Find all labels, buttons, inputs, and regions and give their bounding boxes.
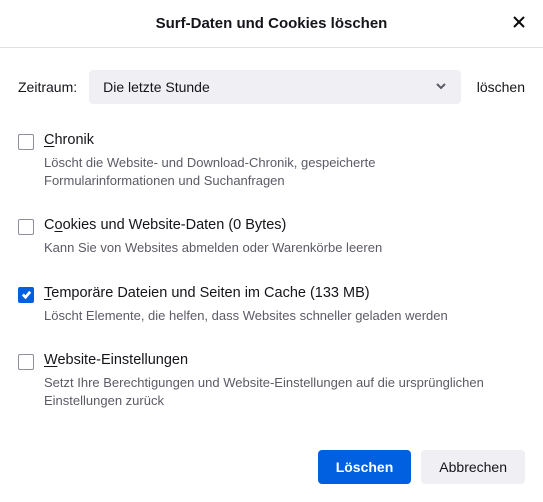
clear-button[interactable]: Löschen [318,450,412,484]
option-desc-history: Löscht die Website- und Download-Chronik… [44,154,504,189]
option-title-cache[interactable]: Temporäre Dateien und Seiten im Cache (1… [44,285,448,301]
timerange-label: Zeitraum: [18,79,77,95]
close-icon [512,15,526,32]
timerange-select[interactable]: Die letzte Stunde [89,70,461,104]
checkbox-history[interactable] [18,134,34,150]
option-title-sitesettings[interactable]: Website-Einstellungen [44,352,504,368]
option-title-cookies[interactable]: Cookies und Website-Daten (0 Bytes) [44,217,382,233]
option-desc-cookies: Kann Sie von Websites abmelden oder Ware… [44,239,382,257]
cancel-button[interactable]: Abbrechen [421,450,525,484]
timerange-suffix: löschen [477,79,525,95]
dialog-title: Surf-Daten und Cookies löschen [156,15,388,32]
timerange-selected-value: Die letzte Stunde [103,79,210,95]
checkbox-cache[interactable] [18,287,34,303]
option-desc-sitesettings: Setzt Ihre Berechtigungen und Website-Ei… [44,374,504,409]
check-icon [21,287,32,303]
checkbox-cookies[interactable] [18,219,34,235]
checkbox-sitesettings[interactable] [18,354,34,370]
close-button[interactable] [507,12,531,36]
chevron-down-icon [435,79,447,95]
option-title-history[interactable]: Chronik [44,132,504,148]
option-desc-cache: Löscht Elemente, die helfen, dass Websit… [44,307,448,325]
